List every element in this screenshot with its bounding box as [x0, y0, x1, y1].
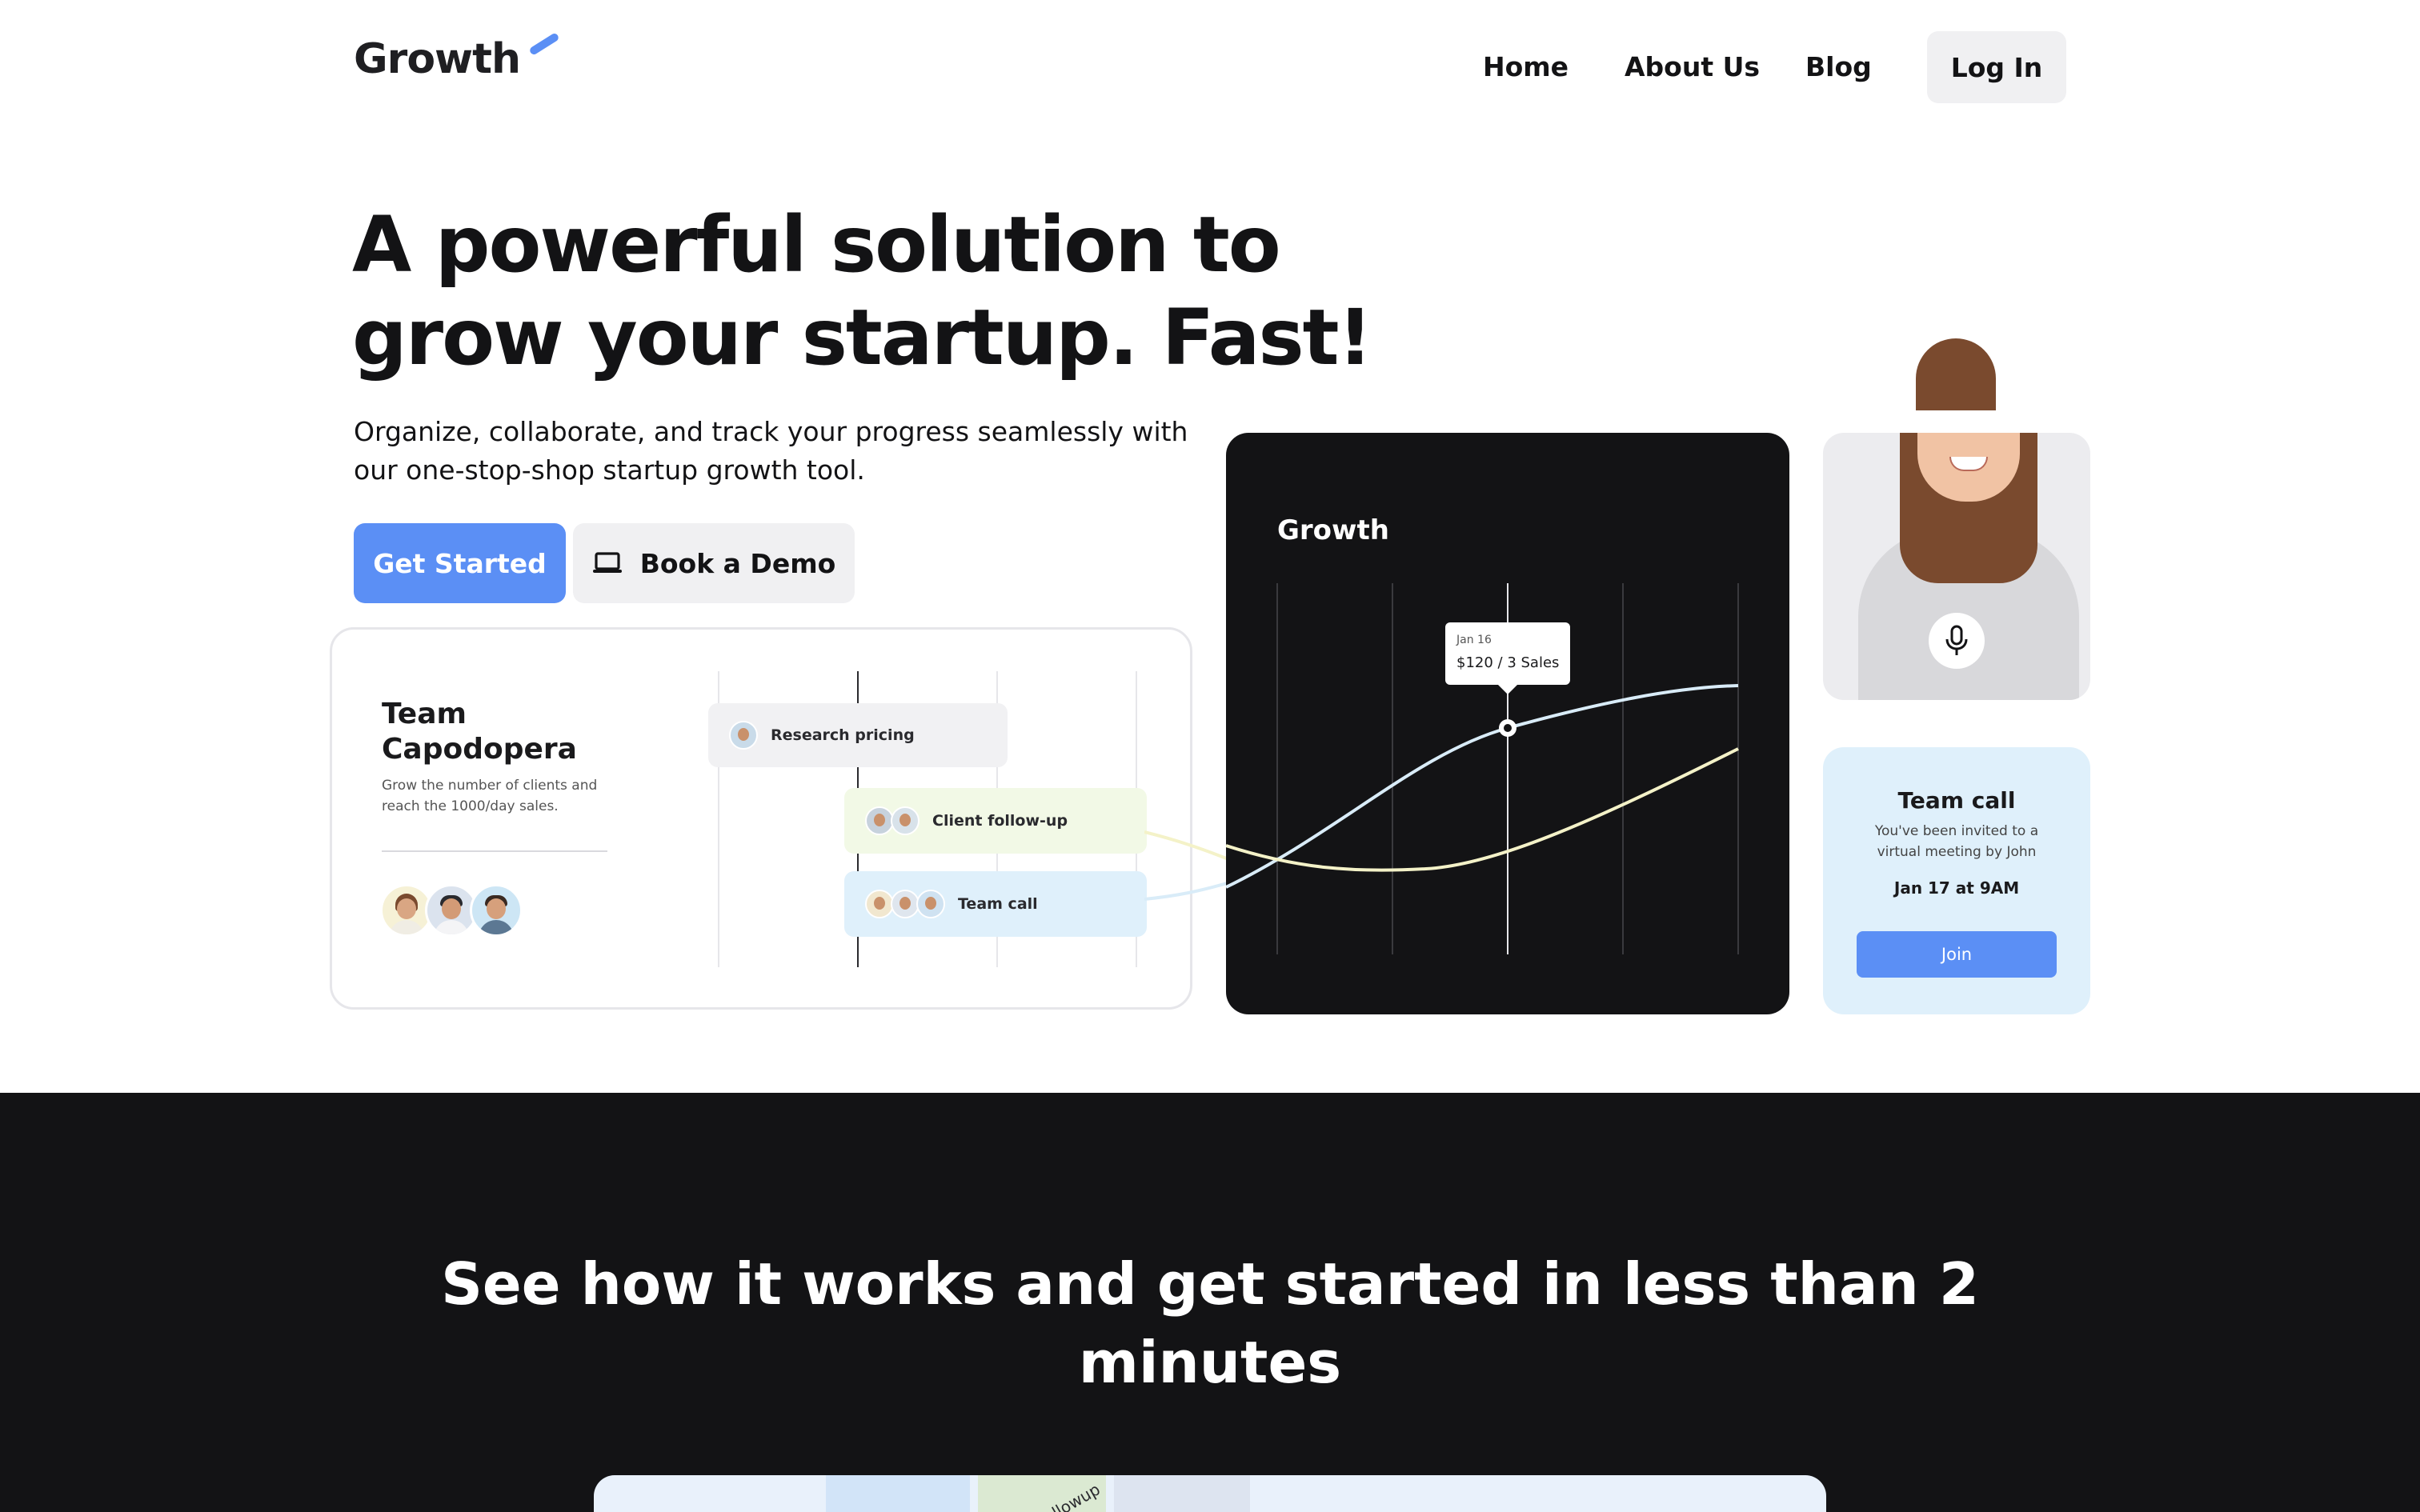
chart-series-yellow	[1226, 747, 1739, 872]
mini-avatar	[729, 721, 758, 750]
task-connector-lines	[1144, 830, 1232, 901]
task-team-call[interactable]: Team call	[844, 871, 1147, 937]
task-label: Client follow-up	[932, 812, 1068, 830]
tooltip-value: $120 / 3 Sales	[1456, 654, 1560, 671]
get-started-button[interactable]: Get Started	[354, 523, 566, 603]
call-title: Team call	[1897, 787, 2016, 814]
team-call-card: Team call You've been invited to a virtu…	[1823, 747, 2090, 1014]
growth-chart	[1226, 583, 1739, 954]
task-client-follow-up[interactable]: Client follow-up	[844, 788, 1147, 854]
team-name: Team Capodopera	[382, 698, 577, 766]
team-divider	[382, 850, 607, 852]
nav-home-link[interactable]: Home	[1483, 51, 1569, 82]
team-description: Grow the number of clients and reach the…	[382, 778, 598, 814]
team-card: Team Capodopera Grow the number of clien…	[330, 627, 1192, 1010]
microphone-icon	[1945, 625, 1968, 655]
logo[interactable]: Growth	[354, 35, 521, 83]
mini-avatar	[865, 806, 894, 835]
product-preview: llowup	[594, 1475, 1826, 1512]
mini-avatar	[891, 890, 920, 918]
join-button[interactable]: Join	[1857, 931, 2057, 978]
hero-subtitle: Organize, collaborate, and track your pr…	[354, 416, 1188, 486]
mini-avatar	[865, 890, 894, 918]
task-research-pricing[interactable]: Research pricing	[708, 703, 1008, 767]
tooltip-date: Jan 16	[1456, 634, 1492, 646]
growth-chart-card: Growth Jan 16 $120 / 3 Sales	[1226, 433, 1789, 1014]
avatar[interactable]	[470, 884, 523, 937]
login-button[interactable]: Log In	[1927, 31, 2066, 103]
how-it-works-heading: See how it works and get started in less…	[441, 1250, 1979, 1396]
tooltip-pointer	[1498, 685, 1517, 694]
call-description: You've been invited to a virtual meeting…	[1874, 823, 2039, 860]
book-demo-button[interactable]: Book a Demo	[573, 523, 855, 603]
chart-tooltip: Jan 16 $120 / 3 Sales	[1445, 622, 1570, 685]
nav-about-link[interactable]: About Us	[1625, 51, 1760, 82]
hero-title: A powerful solution to grow your startup…	[352, 200, 1372, 382]
mini-avatar	[916, 890, 945, 918]
logo-mark	[528, 32, 560, 56]
laptop-icon	[592, 552, 622, 573]
task-label: Team call	[958, 895, 1038, 913]
mic-button[interactable]	[1929, 613, 1985, 669]
mini-avatar	[891, 806, 920, 835]
person-hair-overflow	[1916, 338, 1996, 410]
how-it-works-section: See how it works and get started in less…	[0, 1093, 2420, 1512]
team-avatars	[380, 884, 523, 937]
call-date: Jan 17 at 9AM	[1893, 878, 2020, 898]
task-label: Research pricing	[771, 726, 915, 744]
nav-blog-link[interactable]: Blog	[1805, 51, 1872, 82]
book-demo-label: Book a Demo	[639, 547, 836, 579]
